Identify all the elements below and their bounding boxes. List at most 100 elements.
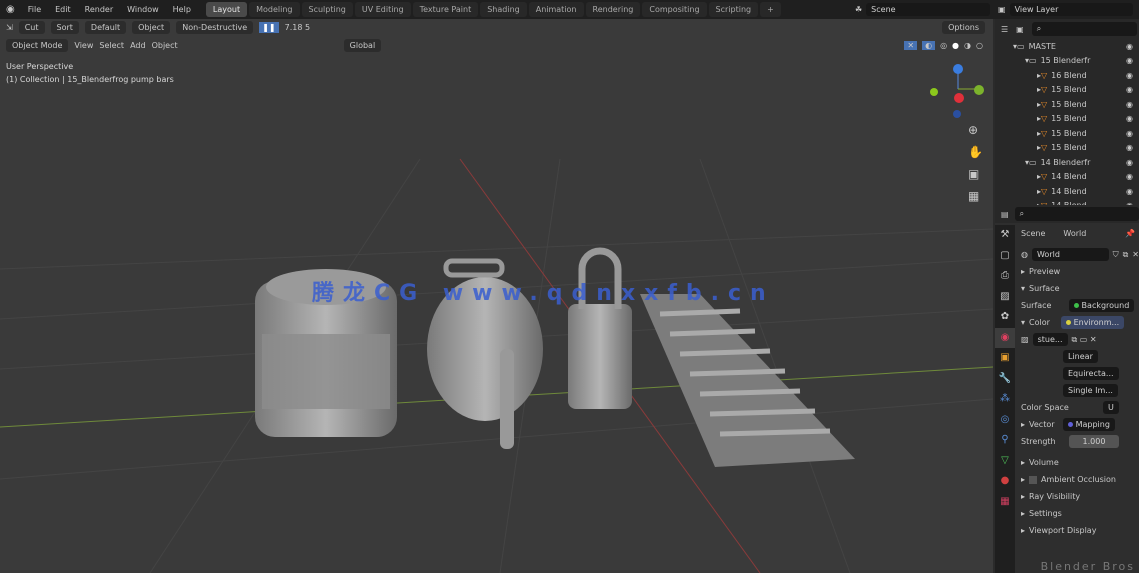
visibility-eye-icon[interactable]: ◉ [1126,143,1133,152]
output-tab-icon[interactable]: ⎙ [995,266,1015,287]
menu-render[interactable]: Render [78,5,120,14]
visibility-eye-icon[interactable]: ◉ [1126,158,1133,167]
menu-object[interactable]: Object [152,41,178,50]
outliner-item[interactable]: ▸ ▽14 Blend◉ [995,170,1139,185]
gizmo-toggle-icon[interactable]: ✕ [904,41,918,50]
image-icon[interactable]: ▨ [1021,335,1029,344]
solid-shading-icon[interactable]: ● [952,41,959,50]
texture-tab-icon[interactable]: ▦ [995,492,1015,513]
object-dropdown[interactable]: Object [132,21,171,34]
material-tab-icon[interactable]: ● [995,471,1015,492]
tab-scripting[interactable]: Scripting [708,2,759,17]
outliner-item[interactable]: ▾ ▭ 14 Blenderfr ◉ [995,155,1139,170]
menu-file[interactable]: File [21,5,48,14]
tab-texture-paint[interactable]: Texture Paint [412,2,479,17]
interpolation-dropdown[interactable]: Linear [1017,348,1139,365]
outliner-item[interactable]: ▸ ▽14 Blend◉ [995,184,1139,199]
pin-icon[interactable]: 📌 [1125,229,1135,238]
tool-tab-icon[interactable]: ⚒ [995,225,1015,246]
particles-tab-icon[interactable]: ⁂ [995,389,1015,410]
mesh-ladder[interactable] [640,294,855,467]
visibility-eye-icon[interactable]: ◉ [1126,100,1133,109]
tab-modeling[interactable]: Modeling [249,2,300,17]
world-tab-icon[interactable]: ◉ [995,327,1015,348]
tab-rendering[interactable]: Rendering [585,2,641,17]
ao-checkbox[interactable] [1029,475,1038,484]
tab-compositing[interactable]: Compositing [642,2,707,17]
menu-window[interactable]: Window [120,5,166,14]
menu-help[interactable]: Help [166,5,198,14]
object-tab-icon[interactable]: ▣ [995,348,1015,369]
modifier-tab-icon[interactable]: 🔧 [995,369,1015,390]
strength-field[interactable]: 1.000 [1069,435,1119,448]
visibility-eye-icon[interactable]: ◉ [1126,114,1133,123]
tab-uv-editing[interactable]: UV Editing [354,2,411,17]
menu-view[interactable]: View [74,41,93,50]
unlink-icon[interactable]: ✕ [1132,250,1139,259]
filter-icon[interactable]: ▣ [1016,25,1024,34]
physics-tab-icon[interactable]: ◎ [995,410,1015,431]
visibility-eye-icon[interactable]: ◉ [1126,129,1133,138]
camera-icon[interactable]: ▣ [968,167,983,181]
outliner-item[interactable]: ▸ ▽ 15 Blend ◉ [995,126,1139,141]
add-workspace-button[interactable]: + [760,2,781,17]
viewport-display-panel[interactable]: ▸ Viewport Display [1017,522,1139,539]
sort-dropdown[interactable]: Sort [50,21,79,34]
view-layer-field[interactable]: View Layer [1009,3,1133,16]
pause-button[interactable]: ❚❚ [259,22,279,33]
visibility-eye-icon[interactable]: ◉ [1126,42,1133,51]
scene-icon[interactable]: ☘ [855,5,862,14]
vector-field[interactable]: Mapping [1063,418,1115,431]
display-mode-icon[interactable]: ☰ [1001,25,1008,34]
surface-shader-field[interactable]: Background [1069,299,1135,312]
cut-dropdown[interactable]: Cut [18,21,45,34]
world-name-field[interactable]: World [1031,248,1109,261]
ambient-occlusion-panel[interactable]: ▸ Ambient Occlusion [1017,471,1139,488]
navigation-gizmo[interactable] [930,64,984,118]
options-dropdown[interactable]: Options [942,21,985,34]
properties-search[interactable]: ⌕ [1014,207,1139,221]
visibility-eye-icon[interactable]: ◉ [1126,172,1133,181]
scene-field[interactable]: Scene [866,3,990,16]
mode-dropdown[interactable]: Object Mode [6,39,69,52]
image-field[interactable]: stue... [1032,333,1068,346]
visibility-eye-icon[interactable]: ◉ [1126,187,1133,196]
preview-panel[interactable]: ▸ Preview [1017,263,1139,280]
outliner-item[interactable]: ▸ ▽ 15 Blend ◉ [995,112,1139,127]
surface-panel[interactable]: ▾ Surface [1017,280,1139,297]
3d-viewport[interactable]: ⇲ Cut Sort Default Object Non-Destructiv… [0,19,993,573]
outliner-item[interactable]: ▾ ▭ MASTE ◉ [995,39,1139,54]
menu-add[interactable]: Add [130,41,146,50]
pan-hand-icon[interactable]: ✋ [968,145,983,159]
overlay-toggle-icon[interactable]: ◐ [922,41,936,50]
projection-dropdown[interactable]: Equirecta... [1017,365,1139,382]
open-image-icon[interactable]: ⧉ ▭ ✕ [1072,335,1097,345]
view-layer-tab-icon[interactable]: ▨ [995,287,1015,308]
menu-edit[interactable]: Edit [48,5,78,14]
color-space-dropdown[interactable]: U [1103,401,1119,414]
scene-crumb[interactable]: Scene [1021,229,1045,238]
tab-animation[interactable]: Animation [528,2,584,17]
scene-tab-icon[interactable]: ✿ [995,307,1015,328]
settings-panel[interactable]: ▸ Settings [1017,505,1139,522]
fake-user-icon[interactable]: ⛉ [1113,250,1119,260]
visibility-eye-icon[interactable]: ◉ [1126,71,1133,80]
blender-logo-icon[interactable]: ◉ [0,4,21,15]
tab-sculpting[interactable]: Sculpting [301,2,353,17]
outliner-item[interactable]: ▾ ▭ 15 Blenderfr ◉ [995,54,1139,69]
menu-select[interactable]: Select [99,41,124,50]
tab-layout[interactable]: Layout [205,2,248,17]
world-crumb[interactable]: World [1063,229,1086,238]
material-shading-icon[interactable]: ◑ [964,41,971,50]
wireframe-shading-icon[interactable]: ◎ [940,41,947,50]
select-tool-icon[interactable]: ⇲ [6,23,13,32]
outliner-search[interactable]: ⌕ [1031,22,1137,36]
outliner-item[interactable]: ▸ ▽ 16 Blend ◉ [995,68,1139,83]
view-layer-icon[interactable]: ▣ [998,5,1006,14]
volume-panel[interactable]: ▸ Volume [1017,454,1139,471]
outliner-item[interactable]: ▸ ▽ 15 Blend ◉ [995,141,1139,156]
color-input-field[interactable]: Environm... [1061,316,1125,329]
visibility-eye-icon[interactable]: ◉ [1126,85,1133,94]
zoom-icon[interactable]: ⊕ [968,123,983,137]
source-dropdown[interactable]: Single Im... [1017,382,1139,399]
